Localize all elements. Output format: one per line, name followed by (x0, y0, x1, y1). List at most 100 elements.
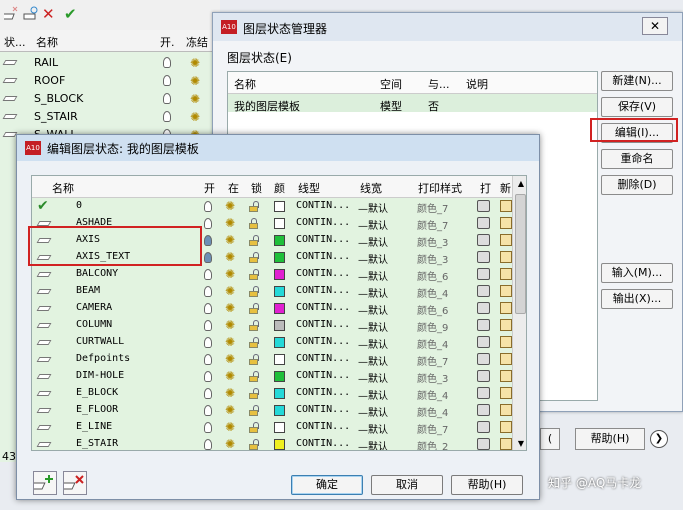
table-row[interactable]: Defpoints ✺ CONTIN... —默认 颜色_7 (32, 351, 512, 368)
linetype[interactable]: CONTIN... (296, 370, 350, 381)
table-row[interactable]: DIM-HOLE ✺ CONTIN... —默认 颜色_3 (32, 368, 512, 385)
bulb-icon[interactable] (163, 93, 171, 104)
linetype[interactable]: CONTIN... (296, 336, 350, 347)
delete-button[interactable]: 删除(D) (601, 175, 673, 195)
linetype[interactable]: CONTIN... (296, 285, 350, 296)
plot-style[interactable]: 颜色_6 (417, 302, 448, 317)
linetype[interactable]: CONTIN... (296, 404, 350, 415)
expand-arrow-icon[interactable]: ❯ (650, 430, 668, 448)
lineweight[interactable]: —默认 (358, 336, 388, 351)
lineweight[interactable]: —默认 (358, 319, 388, 334)
printer-icon[interactable] (477, 234, 490, 246)
linetype[interactable]: CONTIN... (296, 438, 350, 449)
bulb-icon[interactable] (204, 201, 212, 212)
new-viewport-freeze-icon[interactable] (500, 387, 512, 399)
printer-icon[interactable] (477, 251, 490, 263)
color-swatch[interactable] (274, 354, 285, 365)
bulb-icon[interactable] (204, 269, 212, 280)
new-viewport-freeze-icon[interactable] (500, 234, 512, 246)
list-item[interactable]: S_STAIR ✺ (0, 108, 215, 126)
table-row[interactable]: CAMERA ✺ CONTIN... —默认 颜色_6 (32, 300, 512, 317)
lineweight[interactable]: —默认 (358, 370, 388, 385)
col-color[interactable]: 颜 (274, 180, 285, 196)
export-button[interactable]: 输出(X)... (601, 289, 673, 309)
new-viewport-freeze-icon[interactable] (500, 336, 512, 348)
scroll-up-icon[interactable]: ▲ (513, 176, 526, 192)
plot-style[interactable]: 颜色_4 (417, 285, 448, 300)
color-swatch[interactable] (274, 371, 285, 382)
bulb-icon[interactable] (204, 337, 212, 348)
sun-icon[interactable]: ✺ (225, 250, 235, 264)
bulb-icon[interactable] (204, 286, 212, 297)
plot-style[interactable]: 颜色_2 (417, 438, 448, 450)
new-viewport-freeze-icon[interactable] (500, 200, 512, 212)
col-same[interactable]: 与... (428, 76, 450, 92)
restore-button[interactable]: ( (540, 428, 560, 450)
sun-icon[interactable]: ✺ (190, 56, 200, 70)
col-plot[interactable]: 打 (480, 180, 491, 196)
bulb-icon[interactable] (204, 218, 212, 229)
add-layers-button[interactable] (29, 471, 57, 495)
sun-icon[interactable]: ✺ (225, 369, 235, 383)
linetype[interactable]: CONTIN... (296, 387, 350, 398)
lock-icon[interactable] (248, 320, 259, 331)
col-linetype[interactable]: 线型 (298, 180, 320, 196)
vertical-scrollbar[interactable]: ▲ ▼ (512, 176, 526, 450)
table-row[interactable]: BALCONY ✺ CONTIN... —默认 颜色_6 (32, 266, 512, 283)
new-viewport-freeze-icon[interactable] (500, 370, 512, 382)
table-row[interactable]: E_LINE ✺ CONTIN... —默认 颜色_7 (32, 419, 512, 436)
lock-icon[interactable] (248, 252, 259, 263)
sun-icon[interactable]: ✺ (225, 420, 235, 434)
color-swatch[interactable] (274, 439, 285, 450)
col-desc[interactable]: 说明 (466, 76, 488, 92)
bulb-icon[interactable] (163, 57, 171, 68)
bulb-icon[interactable] (204, 252, 212, 263)
table-row[interactable]: E_BLOCK ✺ CONTIN... —默认 颜色_4 (32, 385, 512, 402)
bulb-icon[interactable] (204, 235, 212, 246)
table-row[interactable]: E_STAIR ✺ CONTIN... —默认 颜色_2 (32, 436, 512, 450)
lock-icon[interactable] (248, 269, 259, 280)
lock-icon[interactable] (248, 303, 259, 314)
lock-icon[interactable] (248, 337, 259, 348)
color-swatch[interactable] (274, 235, 285, 246)
table-row[interactable]: 我的图层模板 模型 否 (228, 94, 597, 113)
bulb-icon[interactable] (204, 303, 212, 314)
bulb-icon[interactable] (204, 439, 212, 450)
lock-icon[interactable] (248, 388, 259, 399)
sun-icon[interactable]: ✺ (225, 437, 235, 450)
sun-icon[interactable]: ✺ (225, 318, 235, 332)
lock-icon[interactable] (248, 422, 259, 433)
linetype[interactable]: CONTIN... (296, 302, 350, 313)
table-row[interactable]: ✔ 0 ✺ CONTIN... —默认 颜色_7 (32, 198, 512, 215)
new-layer-frozen-icon[interactable] (22, 6, 38, 22)
new-viewport-freeze-icon[interactable] (500, 438, 512, 450)
printer-icon[interactable] (477, 302, 490, 314)
printer-icon[interactable] (477, 319, 490, 331)
scroll-down-icon[interactable]: ▼ (513, 436, 526, 450)
lineweight[interactable]: —默认 (358, 234, 388, 249)
sun-icon[interactable]: ✺ (190, 110, 200, 124)
lineweight[interactable]: —默认 (358, 404, 388, 419)
linetype[interactable]: CONTIN... (296, 251, 350, 262)
printer-icon[interactable] (477, 387, 490, 399)
new-viewport-freeze-icon[interactable] (500, 268, 512, 280)
color-swatch[interactable] (274, 388, 285, 399)
lineweight[interactable]: —默认 (358, 200, 388, 215)
linetype[interactable]: CONTIN... (296, 268, 350, 279)
plot-style[interactable]: 颜色_7 (417, 421, 448, 436)
close-button[interactable]: ✕ (642, 17, 668, 35)
help-button[interactable]: 帮助(H) (575, 428, 645, 450)
plot-style[interactable]: 颜色_9 (417, 319, 448, 334)
sun-icon[interactable]: ✺ (225, 267, 235, 281)
list-item[interactable]: S_BLOCK ✺ (0, 90, 215, 108)
ok-button[interactable]: 确定 (291, 475, 363, 495)
color-swatch[interactable] (274, 269, 285, 280)
printer-icon[interactable] (477, 421, 490, 433)
printer-icon[interactable] (477, 404, 490, 416)
lineweight[interactable]: —默认 (358, 421, 388, 436)
new-viewport-freeze-icon[interactable] (500, 353, 512, 365)
plot-style[interactable]: 颜色_7 (417, 217, 448, 232)
sun-icon[interactable]: ✺ (225, 386, 235, 400)
lock-icon[interactable] (248, 201, 259, 212)
sun-icon[interactable]: ✺ (225, 233, 235, 247)
